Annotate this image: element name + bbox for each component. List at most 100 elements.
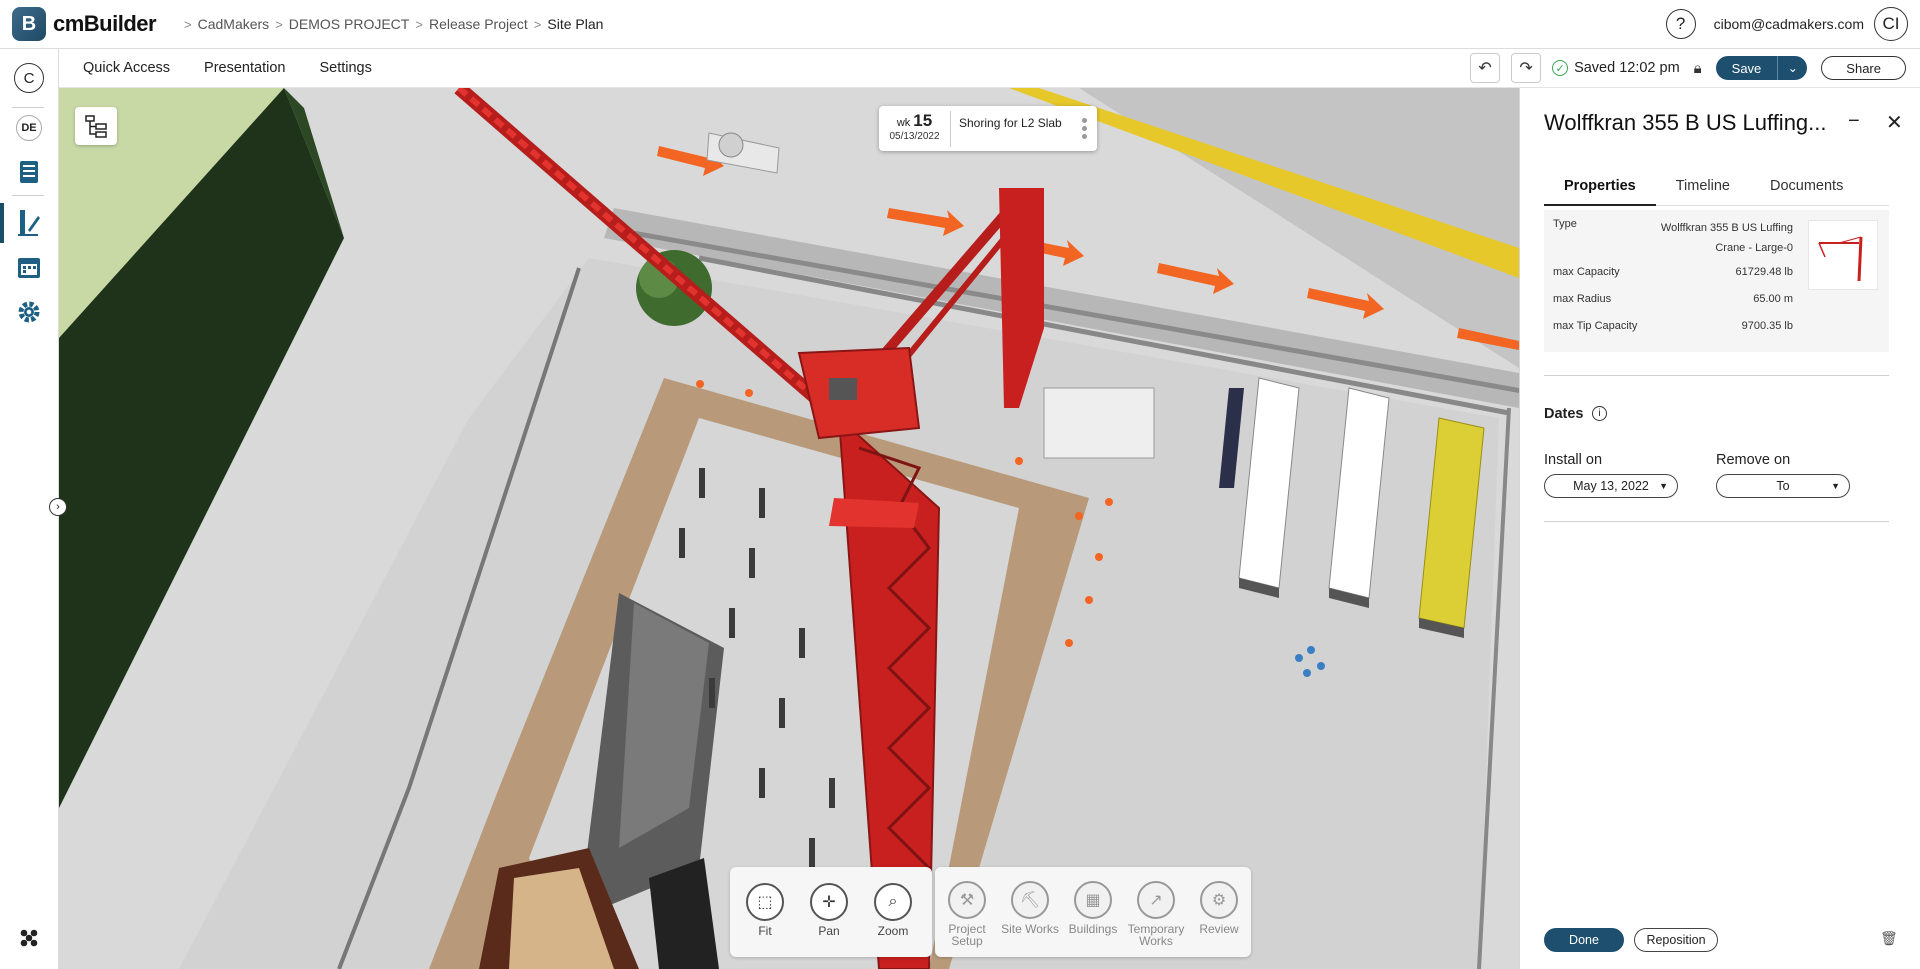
tab-properties[interactable]: Properties [1544, 174, 1656, 206]
apps-grid-icon[interactable] [14, 923, 44, 953]
info-icon[interactable]: i [1592, 406, 1607, 421]
prop-value: Wolffkran 355 B US Luffing Crane - Large… [1633, 218, 1793, 258]
tab-timeline[interactable]: Timeline [1656, 174, 1750, 206]
prop-key: max Radius [1553, 293, 1612, 305]
saved-check-icon: ✓ [1552, 60, 1569, 76]
buildings-tool[interactable]: ▦ Buildings [1061, 881, 1125, 935]
workspace-badge[interactable]: DE [16, 115, 42, 141]
site-tools-panel: ⚒ Project Setup ⛏ Site Works ▦ Buildings… [935, 867, 1251, 957]
remove-date-select[interactable]: To ▼ [1716, 474, 1850, 498]
week-number: 15 [913, 110, 933, 130]
save-button[interactable]: Save [1715, 56, 1778, 80]
dropdown-arrow-icon: ▼ [1831, 481, 1840, 491]
share-button[interactable]: Share [1821, 56, 1906, 80]
done-button[interactable]: Done [1544, 928, 1624, 952]
breadcrumb-item-release[interactable]: Release Project [423, 16, 534, 32]
save-dropdown-chevron-icon[interactable]: ⌄ [1777, 56, 1808, 80]
prop-value-line: Crane - Large-0 [1715, 242, 1793, 254]
app-logo[interactable]: B cmBuilder [12, 7, 162, 41]
project-setup-tool[interactable]: ⚒ Project Setup [935, 881, 999, 947]
tab-documents[interactable]: Documents [1750, 174, 1863, 206]
prop-key: max Tip Capacity [1553, 320, 1638, 332]
more-options-icon[interactable] [1079, 117, 1089, 141]
undo-icon[interactable]: ↶ [1470, 53, 1501, 83]
install-date-select[interactable]: May 13, 2022 ▼ [1544, 474, 1678, 498]
model-tree-button[interactable] [75, 107, 117, 145]
prop-value: 65.00 m [1753, 293, 1793, 305]
saved-status: Saved 12:02 pm [1574, 60, 1680, 76]
prop-key: Type [1553, 218, 1577, 230]
lock-icon[interactable]: 🔒︎ [1694, 60, 1702, 77]
pan-icon: ✛ [810, 883, 848, 921]
calendar-icon[interactable] [14, 253, 44, 283]
user-avatar[interactable]: CI [1874, 7, 1908, 41]
site-works-label: Site Works [1001, 922, 1059, 936]
panel-title: Wolffkran 355 B US Luffing... [1544, 110, 1827, 135]
zoom-label: Zoom [877, 924, 909, 938]
remove-label: Remove on [1716, 452, 1791, 468]
breadcrumb-item-project[interactable]: DEMOS PROJECT [283, 16, 416, 32]
reposition-button[interactable]: Reposition [1634, 928, 1718, 952]
tab-quick-access[interactable]: Quick Access [83, 60, 170, 76]
prop-value-line: Wolffkran 355 B US Luffing [1660, 222, 1793, 234]
breadcrumb-item-company[interactable]: CadMakers [192, 16, 276, 32]
review-tool[interactable]: ⚙ Review [1187, 881, 1251, 935]
pan-tool[interactable]: ✛ Pan [797, 883, 861, 937]
pan-label: Pan [818, 924, 840, 938]
close-icon[interactable]: ✕ [1886, 110, 1903, 135]
prop-value: 61729.48 lb [1735, 266, 1794, 278]
zoom-icon: ⌕ [874, 883, 912, 921]
panel-tabs: Properties Timeline Documents [1544, 174, 1889, 206]
sub-toolbar: Quick Access Presentation Settings ↶ ↷ ✓… [59, 49, 1920, 88]
temporary-works-label: Temporary Works [1127, 922, 1185, 948]
project-setup-label: Project Setup [948, 922, 986, 948]
user-email[interactable]: cibom@cadmakers.com [1714, 16, 1864, 32]
trash-icon[interactable]: 🗑︎ [1880, 930, 1898, 947]
active-indicator [0, 203, 4, 243]
help-icon[interactable]: ? [1665, 9, 1696, 39]
minimize-icon[interactable]: − [1848, 110, 1860, 133]
excavator-icon: ⛏ [1011, 881, 1049, 919]
week-prefix: wk [896, 116, 911, 129]
3d-viewport[interactable]: wk 15 05/13/2022 Shoring for L2 Slab [59, 88, 1519, 969]
nav-tools-panel: ⬚ Fit ✛ Pan ⌕ Zoom [730, 867, 932, 957]
top-bar: B cmBuilder > CadMakers > DEMOS PROJECT … [0, 0, 1920, 49]
logo-mark: B [12, 7, 46, 41]
rail-divider [12, 195, 44, 196]
settings-gear-icon[interactable] [14, 297, 44, 327]
crane-icon: ↗ [1137, 881, 1175, 919]
install-label: Install on [1544, 452, 1603, 468]
building-icon: ▦ [1074, 881, 1112, 919]
expand-sidebar-icon[interactable]: › [49, 498, 67, 516]
hierarchy-icon [85, 115, 107, 138]
week-line: wk 15 [879, 111, 950, 131]
dates-heading: Dates [1544, 406, 1584, 422]
tab-presentation[interactable]: Presentation [204, 60, 285, 76]
redo-icon[interactable]: ↷ [1511, 53, 1542, 83]
buildings-label: Buildings [1068, 922, 1118, 936]
org-switcher[interactable]: C [14, 63, 44, 93]
breadcrumb-item-current: Site Plan [547, 16, 604, 32]
schedule-book-icon[interactable] [14, 157, 44, 187]
site-works-tool[interactable]: ⛏ Site Works [998, 881, 1062, 935]
fit-label: Fit [758, 924, 772, 938]
chevron-right-icon: > [184, 16, 192, 32]
task-title: Shoring for L2 Slab [959, 115, 1062, 130]
fit-tool[interactable]: ⬚ Fit [733, 883, 797, 937]
task-date: 05/13/2022 [889, 130, 940, 142]
temporary-works-tool[interactable]: ↗ Temporary Works [1124, 881, 1188, 947]
wrench-icon: ⚒ [948, 881, 986, 919]
properties-panel: Wolffkran 355 B US Luffing... − ✕ Proper… [1519, 88, 1920, 969]
review-icon: ⚙ [1200, 881, 1238, 919]
chevron-right-icon: > [275, 16, 283, 32]
breadcrumb: > CadMakers > DEMOS PROJECT > Release Pr… [184, 16, 609, 32]
site-plan-icon[interactable] [14, 208, 44, 238]
zoom-tool[interactable]: ⌕ Zoom [861, 883, 925, 937]
fit-icon: ⬚ [746, 883, 784, 921]
prop-value: 9700.35 lb [1741, 320, 1793, 332]
dropdown-arrow-icon: ▼ [1659, 481, 1668, 491]
chevron-right-icon: > [533, 16, 542, 32]
divider [1544, 375, 1889, 376]
tab-settings[interactable]: Settings [319, 60, 371, 76]
task-card[interactable]: wk 15 05/13/2022 Shoring for L2 Slab [879, 106, 1097, 151]
